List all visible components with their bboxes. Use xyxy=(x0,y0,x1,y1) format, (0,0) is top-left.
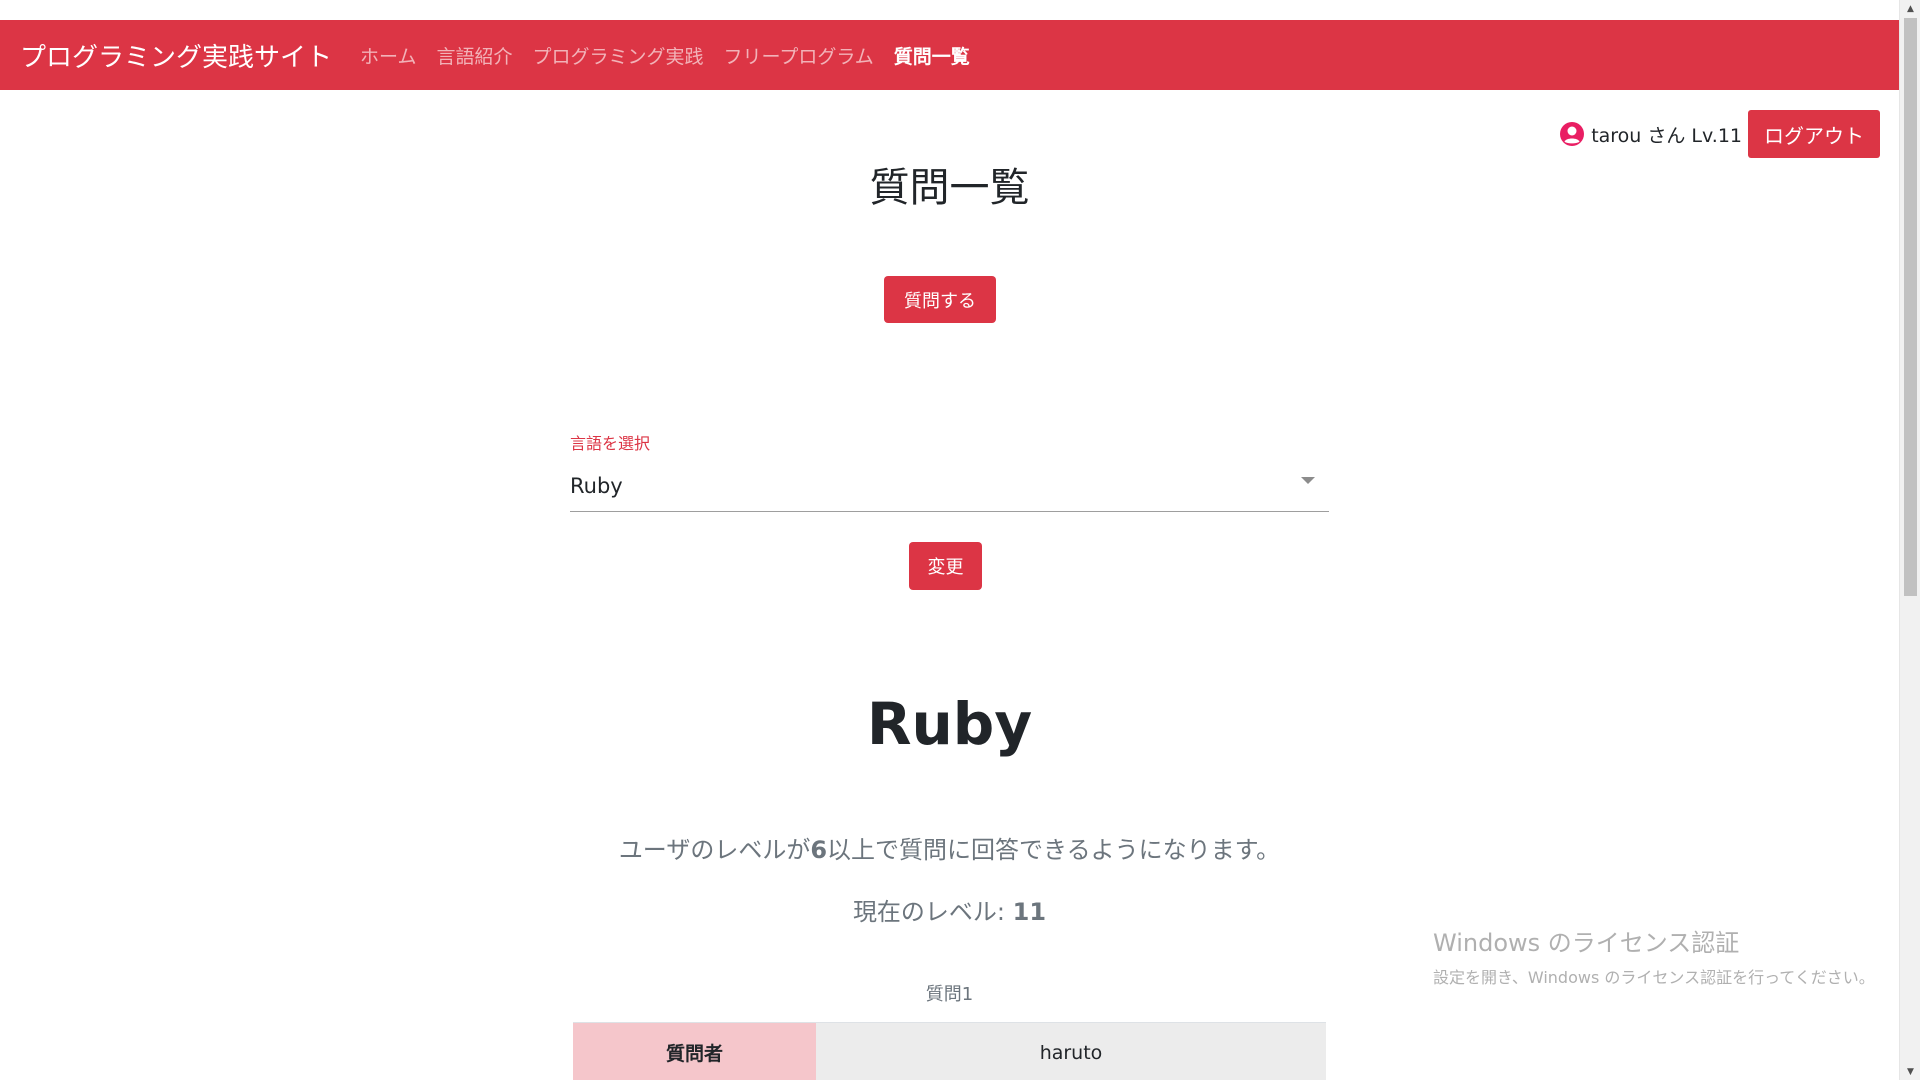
nav-link-language-intro[interactable]: 言語紹介 xyxy=(436,42,512,69)
ask-question-button[interactable]: 質問する xyxy=(884,276,996,323)
vertical-scrollbar[interactable]: ▲ ▼ xyxy=(1899,0,1920,1080)
questioner-value: haruto xyxy=(816,1022,1326,1080)
language-select-label: 言語を選択 xyxy=(570,434,651,453)
answer-level-required: 6 xyxy=(810,836,828,864)
questioner-header: 質問者 xyxy=(573,1022,816,1080)
current-level-value: 11 xyxy=(1012,898,1047,926)
window-top-strip xyxy=(0,0,1899,20)
table-row[interactable]: 質問者 haruto xyxy=(573,1022,1326,1080)
scrollbar-thumb[interactable] xyxy=(1904,18,1917,596)
nav-link-home[interactable]: ホーム xyxy=(360,42,416,69)
nav-link-free-program[interactable]: フリープログラム xyxy=(723,42,873,69)
current-level: 現在のレベル: 11 xyxy=(0,892,1899,927)
watermark-title: Windows のライセンス認証 xyxy=(1433,929,1740,957)
watermark-subtitle: 設定を開き、Windows のライセンス認証を行ってください。 xyxy=(1433,968,1875,987)
language-select-value: Ruby xyxy=(570,473,623,498)
nav-link-question-list[interactable]: 質問一覧 xyxy=(894,42,970,69)
scroll-down-icon[interactable]: ▼ xyxy=(1900,1063,1920,1080)
navbar-brand[interactable]: プログラミング実践サイト xyxy=(20,37,332,74)
page-title: 質問一覧 xyxy=(869,165,1030,211)
page: プログラミング実践サイト ホーム 言語紹介 プログラミング実践 フリープログラム… xyxy=(0,0,1920,1080)
language-heading: Ruby xyxy=(866,690,1033,758)
nav-link-programming-practice[interactable]: プログラミング実践 xyxy=(532,42,703,69)
current-level-label: 現在のレベル: xyxy=(852,898,1013,926)
answer-level-info: ユーザのレベルが6以上で質問に回答できるようになります。 xyxy=(0,830,1899,865)
answer-level-info-prefix: ユーザのレベルが xyxy=(618,836,811,864)
user-area: tarou さん Lv.11 ログアウト xyxy=(1559,110,1880,158)
change-language-button[interactable]: 変更 xyxy=(909,542,982,590)
user-circle-icon xyxy=(1560,122,1585,146)
chevron-down-icon xyxy=(1301,477,1315,484)
question-table: 質問者 haruto xyxy=(573,1022,1326,1080)
windows-activation-watermark: Windows のライセンス認証 設定を開き、Windows のライセンス認証を… xyxy=(1433,923,1875,988)
language-select[interactable]: Ruby xyxy=(570,460,1329,512)
scroll-up-icon[interactable]: ▲ xyxy=(1900,0,1920,17)
answer-level-info-suffix: 以上で質問に回答できるようになります。 xyxy=(827,836,1281,864)
logout-button[interactable]: ログアウト xyxy=(1748,110,1880,158)
navbar: プログラミング実践サイト ホーム 言語紹介 プログラミング実践 フリープログラム… xyxy=(0,20,1899,90)
user-greeting: tarou さん Lv.11 xyxy=(1591,124,1742,147)
